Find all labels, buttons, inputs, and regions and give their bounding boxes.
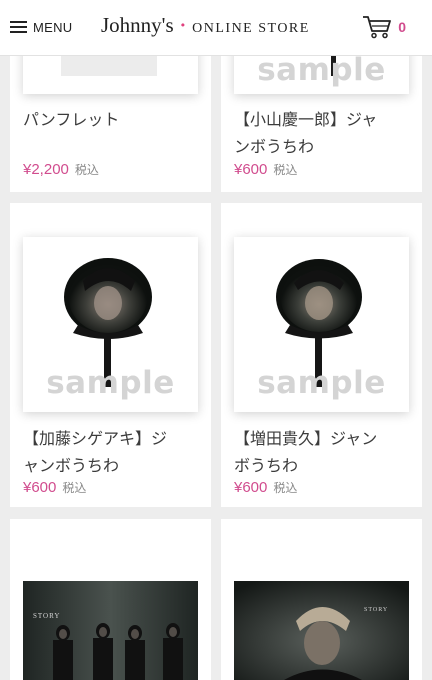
product-thumbnail: STORY (23, 581, 198, 680)
product-title: 【増田貴久】ジャン ボうちわ (234, 429, 378, 475)
sample-watermark: sample (257, 365, 386, 401)
product-title: 【小山慶一郎】ジャ ンボうちわ (234, 110, 378, 156)
product-card[interactable]: sample 【加藤シゲアキ】ジ ャンボうちわ ¥600 税込 (10, 203, 211, 507)
product-price: ¥600 (23, 479, 57, 496)
product-price: ¥2,200 (23, 161, 69, 178)
product-card[interactable]: STORY (221, 519, 422, 680)
product-title: パンフレット (23, 110, 120, 129)
site-header: MENU Johnny's • ONLINE STORE 0 (0, 0, 432, 56)
product-card[interactable]: sample 【増田貴久】ジャン ボうちわ ¥600 税込 (221, 203, 422, 507)
menu-button[interactable]: MENU (10, 16, 72, 38)
tax-label: 税込 (273, 481, 298, 495)
tax-label: 税込 (62, 481, 87, 495)
product-price: ¥600 (234, 479, 268, 496)
hamburger-icon (10, 21, 27, 33)
poster-title: STORY (33, 612, 60, 620)
product-price-line: ¥600 税込 (234, 479, 297, 496)
product-card[interactable]: STORY (10, 519, 211, 680)
product-title: 【加藤シゲアキ】ジ ャンボうちわ (23, 429, 168, 475)
tax-label: 税込 (74, 163, 99, 177)
product-price-line: ¥600 税込 (234, 161, 297, 178)
cart-count: 0 (398, 19, 406, 35)
logo-store: ONLINE STORE (192, 21, 310, 36)
product-price-line: ¥600 税込 (23, 479, 86, 496)
sample-watermark: sample (46, 365, 175, 401)
product-thumbnail: sample (23, 237, 198, 412)
logo-dot: • (179, 19, 187, 32)
logo-brand: Johnny's (101, 13, 174, 37)
cart-button[interactable]: 0 (362, 14, 406, 40)
menu-label: MENU (33, 19, 73, 35)
tax-label: 税込 (273, 163, 298, 177)
product-price: ¥600 (234, 161, 268, 178)
poster-title: STORY (364, 607, 388, 613)
product-thumbnail: STORY (234, 581, 409, 680)
pamphlet-image (61, 56, 157, 76)
product-thumbnail: sample (234, 237, 409, 412)
sample-watermark: sample (257, 52, 386, 88)
poster-image: STORY (234, 581, 409, 680)
cart-icon (363, 16, 392, 39)
store-logo[interactable]: Johnny's • ONLINE STORE (101, 13, 310, 41)
product-price-line: ¥2,200 税込 (23, 161, 99, 178)
poster-image: STORY (23, 581, 198, 680)
